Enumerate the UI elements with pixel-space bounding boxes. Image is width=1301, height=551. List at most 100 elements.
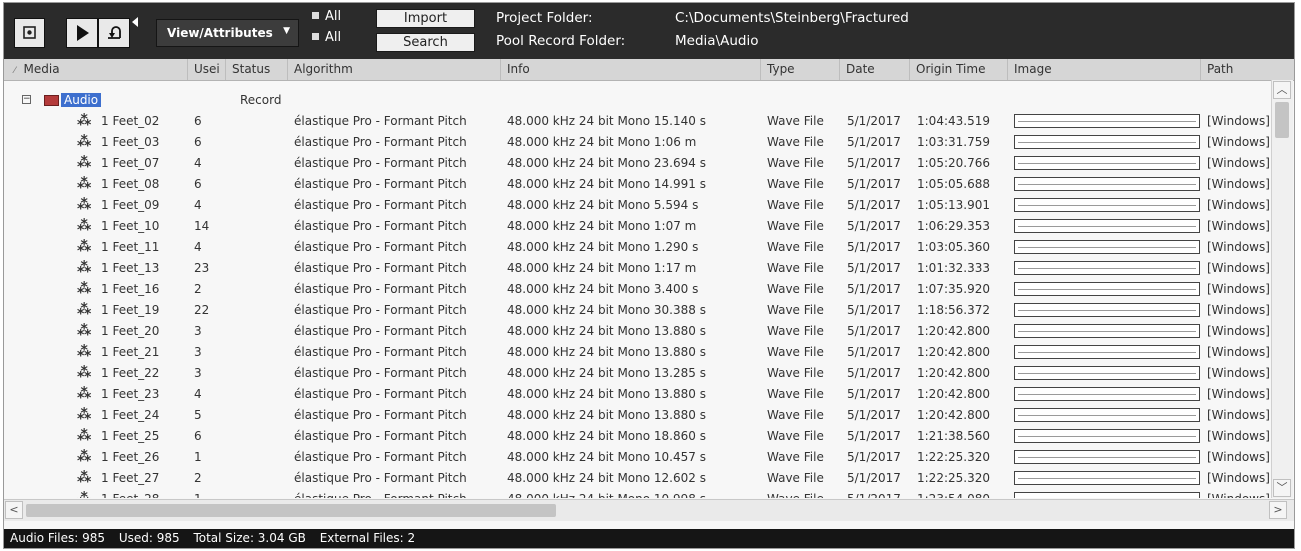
- play-button[interactable]: [66, 18, 98, 48]
- table-row[interactable]: ⁂ 1 Feet_19 22 élastique Pro - Formant Pitc…: [4, 300, 1271, 321]
- table-row[interactable]: ⁂ 1 Feet_20 3 élastique Pro - Formant Pitch…: [4, 321, 1271, 342]
- waveform-image[interactable]: [1014, 177, 1200, 191]
- cell-name: 1 Feet_19: [101, 303, 160, 317]
- cell-algorithm: élastique Pro - Formant Pitch: [294, 240, 467, 254]
- cell-info: 48.000 kHz 24 bit Mono 30.388 s: [507, 303, 706, 317]
- waveform-image[interactable]: [1014, 324, 1200, 338]
- column-status[interactable]: Status: [226, 59, 288, 80]
- waveform-image[interactable]: [1014, 471, 1200, 485]
- column-type[interactable]: Type: [761, 59, 840, 80]
- search-button[interactable]: Search: [376, 33, 475, 52]
- scroll-right-icon[interactable]: >: [1269, 501, 1287, 519]
- horizontal-scrollbar[interactable]: < >: [4, 499, 1294, 521]
- waveform-image[interactable]: [1014, 156, 1200, 170]
- waveform-image[interactable]: [1014, 135, 1200, 149]
- settings-button[interactable]: [14, 18, 45, 48]
- table-row[interactable]: ⁂ 1 Feet_13 23 élastique Pro - Formant Pitc…: [4, 258, 1271, 279]
- waveform-line: [1018, 184, 1196, 185]
- table-row[interactable]: ⁂ 1 Feet_03 6 élastique Pro - Formant Pitch…: [4, 132, 1271, 153]
- cell-origin: 1:20:42.800: [917, 345, 990, 359]
- table-row[interactable]: ⁂ 1 Feet_07 4 élastique Pro - Formant Pitch…: [4, 153, 1271, 174]
- cell-type: Wave File: [767, 198, 824, 212]
- folder-row[interactable]: − Audio Record: [4, 90, 1271, 111]
- horizontal-scroll-thumb[interactable]: [26, 504, 556, 517]
- table-row[interactable]: ⁂ 1 Feet_09 4 élastique Pro - Formant Pitch…: [4, 195, 1271, 216]
- waveform-image[interactable]: [1014, 345, 1200, 359]
- waveform-image[interactable]: [1014, 303, 1200, 317]
- cell-type: Wave File: [767, 324, 824, 338]
- cell-name: 1 Feet_25: [101, 429, 160, 443]
- table-row[interactable]: ⁂ 1 Feet_08 6 élastique Pro - Formant Pitch…: [4, 174, 1271, 195]
- table-row[interactable]: ⁂ 1 Feet_25 6 élastique Pro - Formant Pitch…: [4, 426, 1271, 447]
- table-row[interactable]: ⁂ 1 Feet_26 1 élastique Pro - Formant Pitch…: [4, 447, 1271, 468]
- column-image[interactable]: Image: [1008, 59, 1201, 80]
- waveform-line: [1018, 205, 1196, 206]
- collapse-toggle-icon[interactable]: −: [22, 95, 31, 104]
- cell-origin: 1:05:05.688: [917, 177, 990, 191]
- cell-info: 48.000 kHz 24 bit Mono 3.400 s: [507, 282, 699, 296]
- vertical-scroll-thumb[interactable]: [1275, 102, 1289, 138]
- collapse-all-button[interactable]: All: [312, 30, 341, 45]
- waveform-image[interactable]: [1014, 282, 1200, 296]
- waveform-image[interactable]: [1014, 387, 1200, 401]
- pool-window: View/Attributes ▼ All All Import Search …: [3, 2, 1295, 549]
- cell-info: 48.000 kHz 24 bit Mono 1:17 m: [507, 261, 697, 275]
- column-algorithm[interactable]: Algorithm: [288, 59, 501, 80]
- waveform-image[interactable]: [1014, 240, 1200, 254]
- column-info[interactable]: Info: [501, 59, 761, 80]
- cell-origin: 1:20:42.800: [917, 366, 990, 380]
- table-row[interactable]: ⁂ 1 Feet_10 14 élastique Pro - Formant Pitc…: [4, 216, 1271, 237]
- column-used[interactable]: Usei: [188, 59, 226, 80]
- cell-info: 48.000 kHz 24 bit Mono 13.880 s: [507, 324, 706, 338]
- pool-record-folder-label: Pool Record Folder:: [496, 33, 626, 49]
- cell-path: [Windows]: [1207, 408, 1270, 422]
- cell-path: [Windows]: [1207, 198, 1270, 212]
- column-media[interactable]: ⁄ Media: [4, 59, 188, 80]
- table-row[interactable]: ⁂ 1 Feet_23 4 élastique Pro - Formant Pitch…: [4, 384, 1271, 405]
- cell-name: 1 Feet_23: [101, 387, 160, 401]
- scroll-left-icon[interactable]: <: [5, 501, 23, 519]
- sort-icon: ⁄: [14, 66, 16, 76]
- table-row[interactable]: ⁂ 1 Feet_11 4 élastique Pro - Formant Pitch…: [4, 237, 1271, 258]
- cell-type: Wave File: [767, 489, 824, 498]
- vertical-scrollbar[interactable]: ︿ ﹀: [1271, 80, 1293, 498]
- cell-name: 1 Feet_26: [101, 450, 160, 464]
- waveform-image[interactable]: [1014, 114, 1200, 128]
- pool-list: − Audio Record ⁂ 1 Feet_02 6 élastique Pro …: [4, 81, 1271, 498]
- cell-info: 48.000 kHz 24 bit Mono 10.998 s: [507, 489, 706, 498]
- volume-arrow-icon[interactable]: [132, 17, 138, 27]
- view-attributes-dropdown[interactable]: View/Attributes ▼: [156, 19, 299, 47]
- waveform-image[interactable]: [1014, 261, 1200, 275]
- waveform-line: [1018, 268, 1196, 269]
- loop-button[interactable]: [98, 18, 130, 48]
- waveform-image[interactable]: [1014, 366, 1200, 380]
- waveform-image[interactable]: [1014, 219, 1200, 233]
- table-row[interactable]: ⁂ 1 Feet_27 2 élastique Pro - Formant Pitch…: [4, 468, 1271, 489]
- cell-info: 48.000 kHz 24 bit Mono 12.602 s: [507, 471, 706, 485]
- waveform-image[interactable]: [1014, 198, 1200, 212]
- cell-type: Wave File: [767, 408, 824, 422]
- table-row[interactable]: ⁂ 1 Feet_22 3 élastique Pro - Formant Pitch…: [4, 363, 1271, 384]
- column-origin-time[interactable]: Origin Time: [910, 59, 1008, 80]
- waveform-image[interactable]: [1014, 492, 1200, 498]
- table-row[interactable]: ⁂ 1 Feet_21 3 élastique Pro - Formant Pitch…: [4, 342, 1271, 363]
- table-row[interactable]: ⁂ 1 Feet_28 1 élastique Pro - Formant Pitch…: [4, 489, 1271, 498]
- cell-used: 2: [194, 471, 202, 485]
- cell-date: 5/1/2017: [847, 198, 901, 212]
- waveform-image[interactable]: [1014, 408, 1200, 422]
- column-path[interactable]: Path: [1201, 59, 1294, 80]
- cell-info: 48.000 kHz 24 bit Mono 15.140 s: [507, 114, 706, 128]
- cell-origin: 1:22:25.320: [917, 471, 990, 485]
- table-row[interactable]: ⁂ 1 Feet_02 6 élastique Pro - Formant Pitch…: [4, 111, 1271, 132]
- waveform-image[interactable]: [1014, 450, 1200, 464]
- expand-all-button[interactable]: All: [312, 9, 341, 24]
- table-row[interactable]: ⁂ 1 Feet_24 5 élastique Pro - Formant Pitch…: [4, 405, 1271, 426]
- import-button[interactable]: Import: [376, 9, 475, 28]
- scroll-up-icon[interactable]: ︿: [1273, 81, 1291, 99]
- column-date[interactable]: Date: [840, 59, 910, 80]
- waveform-image[interactable]: [1014, 429, 1200, 443]
- scroll-down-icon[interactable]: ﹀: [1273, 479, 1291, 497]
- waveform-line: [1018, 352, 1196, 353]
- table-row[interactable]: ⁂ 1 Feet_16 2 élastique Pro - Formant Pitch…: [4, 279, 1271, 300]
- cell-date: 5/1/2017: [847, 135, 901, 149]
